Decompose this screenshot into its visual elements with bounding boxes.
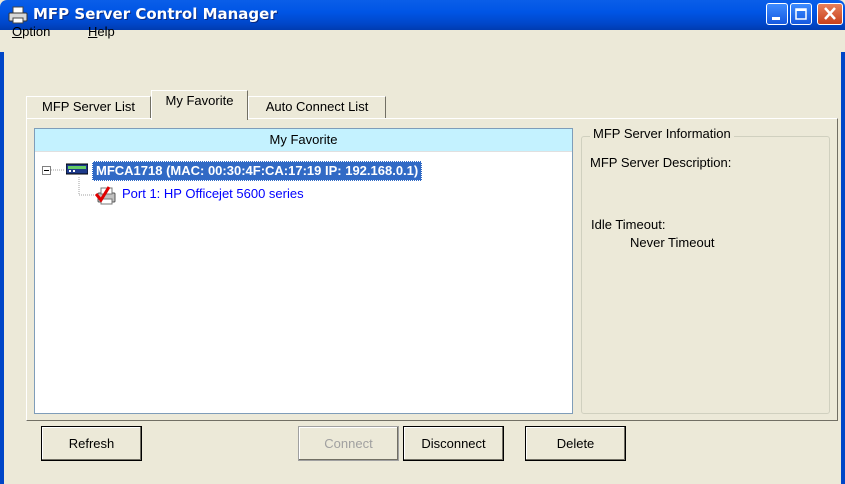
connect-button[interactable]: Connect — [298, 426, 399, 461]
description-label: MFP Server Description: — [590, 155, 732, 170]
menu-help[interactable]: Help — [88, 23, 115, 41]
menu-option[interactable]: Option — [12, 23, 50, 41]
idle-timeout-value: Never Timeout — [630, 235, 715, 250]
network-server-icon — [66, 163, 88, 175]
tab-my-favorite[interactable]: My Favorite — [151, 90, 248, 120]
tab-mfp-server-list[interactable]: MFP Server List — [26, 96, 151, 118]
server-info-group — [581, 136, 830, 414]
server-info-title: MFP Server Information — [590, 126, 734, 141]
close-button[interactable] — [817, 3, 843, 25]
menu-bar — [0, 30, 845, 52]
idle-timeout-label: Idle Timeout: — [591, 217, 666, 232]
port-node-label[interactable]: Port 1: HP Officejet 5600 series — [122, 186, 304, 202]
server-node-label[interactable]: MFCA1718 (MAC: 00:30:4F:CA:17:19 IP: 192… — [92, 161, 423, 181]
title-bar[interactable]: MFP Server Control Manager — [0, 0, 845, 30]
delete-button[interactable]: Delete — [525, 426, 626, 461]
connect-button-label: Connect — [324, 436, 373, 451]
minimize-button[interactable] — [766, 3, 788, 25]
refresh-button-label: Refresh — [68, 436, 115, 451]
window-frame-left — [0, 30, 4, 484]
close-icon — [824, 7, 836, 20]
favorite-tree[interactable]: My Favorite MFCA1718 (MAC: 00:30:4F:CA:1… — [34, 128, 573, 414]
window-title: MFP Server Control Manager — [33, 5, 277, 23]
maximize-button[interactable] — [790, 3, 812, 25]
disconnect-button-label: Disconnect — [421, 436, 486, 451]
window-frame-right — [841, 30, 845, 484]
delete-button-label: Delete — [556, 436, 595, 451]
collapse-toggle[interactable] — [42, 166, 51, 175]
minimize-icon — [772, 17, 780, 20]
refresh-button[interactable]: Refresh — [41, 426, 142, 461]
maximize-icon — [795, 8, 807, 20]
tab-auto-connect-list[interactable]: Auto Connect List — [248, 96, 386, 118]
printer-icon — [8, 6, 28, 24]
disconnect-button[interactable]: Disconnect — [403, 426, 504, 461]
printer-check-icon — [95, 186, 116, 205]
